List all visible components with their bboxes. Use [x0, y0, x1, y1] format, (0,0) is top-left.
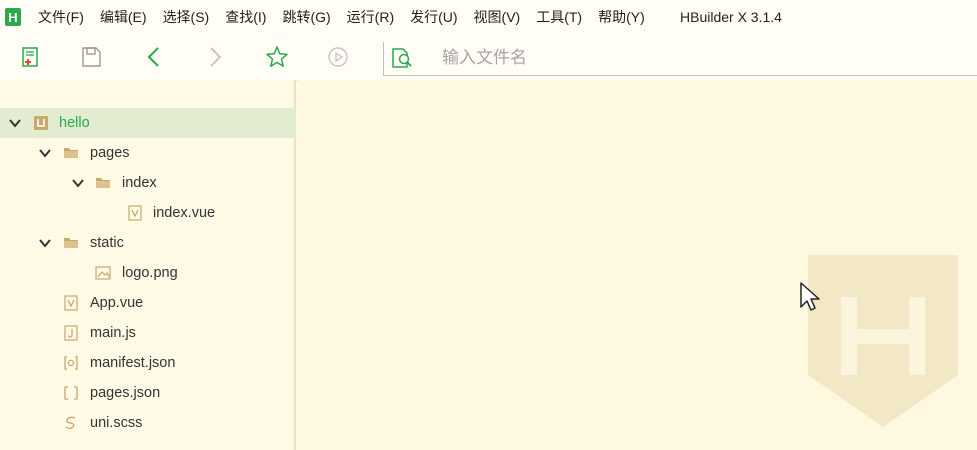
folder-icon	[64, 148, 78, 158]
tree-item-hello[interactable]: hello	[0, 108, 296, 138]
project-explorer: hello pages index index.vue static logo.…	[0, 80, 296, 450]
menu-edit[interactable]: 编辑(E)	[100, 7, 147, 27]
tree-item-label: hello	[59, 115, 90, 131]
tree-item-label: index.vue	[153, 205, 216, 221]
scss-file-icon	[65, 416, 76, 430]
menu-help[interactable]: 帮助(Y)	[598, 7, 645, 27]
forward-button[interactable]	[200, 42, 230, 72]
file-search-box	[383, 42, 977, 76]
menu-view[interactable]: 视图(V)	[474, 7, 521, 27]
menu-tools[interactable]: 工具(T)	[536, 7, 582, 27]
tree-item-label: index	[122, 175, 157, 191]
tree-item-app-vue[interactable]: App.vue	[0, 288, 296, 318]
tree-item-label: main.js	[90, 325, 136, 341]
app-title: HBuilder X 3.1.4	[680, 9, 782, 25]
chevron-down-icon[interactable]	[71, 176, 85, 190]
menu-run[interactable]: 运行(R)	[347, 7, 394, 27]
toolbar	[0, 34, 977, 80]
hbuilder-watermark-icon	[808, 255, 958, 427]
tree-item-label: manifest.json	[90, 355, 176, 371]
tree-item-pages[interactable]: pages	[0, 138, 296, 168]
chevron-left-icon	[147, 47, 159, 67]
tree-item-static[interactable]: static	[0, 228, 296, 258]
tree-item-index-vue[interactable]: index.vue	[0, 198, 296, 228]
editor-area[interactable]	[298, 80, 977, 450]
star-icon	[266, 46, 288, 67]
tree-item-manifest-json[interactable]: manifest.json	[0, 348, 296, 378]
tree-item-label: pages	[90, 145, 130, 161]
run-button[interactable]	[323, 42, 353, 72]
manifest-file-icon	[64, 356, 78, 370]
tree-item-main-js[interactable]: main.js	[0, 318, 296, 348]
menu-find[interactable]: 查找(I)	[225, 7, 266, 27]
vue-file-icon	[128, 205, 142, 221]
tree-item-index-folder[interactable]: index	[0, 168, 296, 198]
file-search-icon[interactable]	[390, 47, 416, 74]
tree-item-label: pages.json	[90, 385, 161, 401]
mouse-pointer-icon	[800, 282, 820, 311]
play-icon	[328, 47, 348, 67]
vue-file-icon	[64, 295, 78, 311]
js-file-icon	[64, 325, 78, 341]
folder-icon	[96, 178, 110, 188]
chevron-right-icon	[210, 47, 222, 67]
tree-item-label: logo.png	[122, 265, 178, 281]
favorite-button[interactable]	[262, 42, 292, 72]
chevron-down-icon[interactable]	[38, 146, 52, 160]
back-button[interactable]	[139, 42, 169, 72]
app-logo-icon: H	[5, 8, 21, 26]
tree-item-label: static	[90, 235, 124, 251]
project-icon	[34, 116, 48, 130]
new-file-icon	[22, 47, 38, 67]
chevron-down-icon[interactable]	[38, 236, 52, 250]
menu-file[interactable]: 文件(F)	[38, 7, 84, 27]
tree-item-uni-scss[interactable]: uni.scss	[0, 408, 296, 438]
json-file-icon	[64, 386, 78, 400]
menu-publish[interactable]: 发行(U)	[410, 7, 457, 27]
image-file-icon	[95, 266, 111, 280]
tree-item-logo-png[interactable]: logo.png	[0, 258, 296, 288]
menu-bar: H 文件(F) 编辑(E) 选择(S) 查找(I) 跳转(G) 运行(R) 发行…	[0, 0, 977, 34]
tree-item-pages-json[interactable]: pages.json	[0, 378, 296, 408]
save-button[interactable]	[76, 42, 106, 72]
tree-item-label: uni.scss	[90, 415, 143, 431]
menu-goto[interactable]: 跳转(G)	[282, 7, 330, 27]
save-icon	[82, 47, 101, 67]
menu-select[interactable]: 选择(S)	[163, 7, 210, 27]
new-file-button[interactable]	[15, 42, 45, 72]
folder-icon	[64, 238, 78, 248]
chevron-down-icon[interactable]	[8, 116, 22, 130]
file-search-input[interactable]	[442, 45, 942, 71]
tree-item-label: App.vue	[90, 295, 144, 311]
